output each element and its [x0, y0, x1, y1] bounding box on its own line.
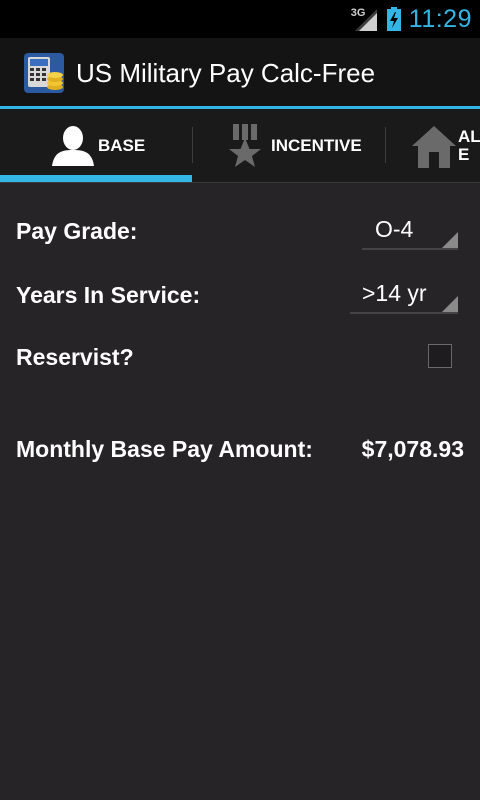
signal-icon [354, 9, 377, 31]
reservist-label: Reservist? [16, 344, 134, 370]
monthly-base-pay-label: Monthly Base Pay Amount: [16, 436, 313, 462]
reservist-row: Reservist? [16, 336, 464, 376]
tab-allowance-label-line1: AL [458, 126, 480, 146]
battery-charging-icon [386, 7, 401, 31]
pay-grade-label: Pay Grade: [16, 218, 138, 244]
dropdown-arrow-icon [442, 232, 458, 248]
pay-grade-row: Pay Grade: O-4 [16, 210, 464, 250]
dropdown-arrow-icon [442, 296, 458, 312]
tab-incentive-label: INCENTIVE [271, 135, 362, 155]
tab-incentive[interactable]: INCENTIVE [227, 109, 362, 182]
tab-allowance[interactable]: AL E [412, 109, 480, 182]
status-icons: 3G 11:29 [351, 0, 472, 38]
house-icon [412, 125, 456, 168]
years-in-service-spinner[interactable]: >14 yr [350, 274, 458, 314]
tab-bar: BASE INCENTIVE AL E [0, 109, 480, 183]
person-icon [52, 125, 94, 166]
pay-grade-value: O-4 [375, 216, 414, 242]
years-in-service-row: Years In Service: >14 yr [16, 274, 464, 314]
pay-grade-spinner[interactable]: O-4 [362, 210, 458, 250]
reservist-checkbox[interactable] [428, 344, 452, 368]
tab-allowance-label: AL E [458, 126, 480, 164]
network-indicator: 3G [351, 5, 379, 33]
tab-divider [192, 127, 193, 163]
tab-allowance-label-line2: E [458, 144, 470, 164]
years-in-service-label: Years In Service: [16, 282, 201, 308]
action-bar: US Military Pay Calc-Free [0, 38, 480, 108]
selected-tab-indicator [0, 175, 192, 182]
years-in-service-value: >14 yr [362, 280, 427, 306]
tab-divider [385, 127, 386, 163]
medal-icon [229, 123, 261, 167]
calculator-app-icon[interactable] [24, 53, 64, 93]
monthly-base-pay-value: $7,078.93 [361, 436, 464, 462]
app-title: US Military Pay Calc-Free [76, 57, 376, 88]
spinner-underline [350, 312, 458, 314]
status-time: 11:29 [408, 4, 472, 33]
tab-base-label: BASE [98, 135, 146, 155]
status-bar: 3G 11:29 [0, 0, 480, 38]
tab-base[interactable]: BASE [52, 109, 145, 182]
spinner-underline [362, 248, 458, 250]
